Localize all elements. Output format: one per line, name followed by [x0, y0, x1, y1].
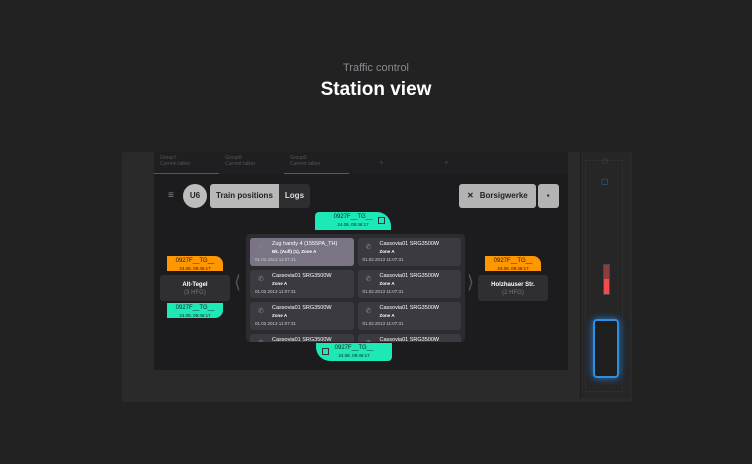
- train-tag-left-top[interactable]: 0927F__TG__ 24.08. 09:46:17: [167, 256, 223, 271]
- station-hfg: (2 HFG): [502, 290, 524, 296]
- line-badge[interactable]: U6: [183, 184, 207, 208]
- close-icon[interactable]: ✕: [467, 191, 474, 200]
- page-title: Station view: [320, 79, 432, 100]
- zone: Zone A: [272, 313, 288, 318]
- device-name: Cassovia01 SRG3500W: [272, 337, 332, 342]
- zone: Zone A: [272, 281, 288, 286]
- tab-group8[interactable]: Group8 Current talker: [219, 152, 284, 174]
- station-alt-tegel[interactable]: Alt-Tegel (3 HFG): [160, 275, 230, 301]
- train-id: 0927F__TG__: [175, 258, 215, 264]
- tab-group7[interactable]: Group7 Current talker: [154, 152, 219, 174]
- tab-train-positions[interactable]: Train positions: [210, 184, 279, 208]
- timestamp: 01.02.2013 11:07:31: [362, 257, 404, 262]
- train-icon-button[interactable]: ▪: [537, 184, 559, 208]
- page-subtitle: Traffic control: [342, 62, 410, 74]
- station-selector: ✕ Borsigwerke ▪: [459, 184, 559, 208]
- timestamp: 01.02.2013 11:07:31: [255, 321, 296, 326]
- device-name: Cassovia01 SRG3500W: [379, 305, 440, 311]
- device-name: Cassovia01 SRG3500W: [379, 337, 440, 342]
- position-card[interactable]: ✆ Cassovia01 SRG3500W Zone A 01.02.2013 11:…: [250, 302, 354, 330]
- train-tag-bottom[interactable]: 0927F__TG__ 24.08. 09:46:17: [316, 343, 392, 361]
- position-card[interactable]: ✆ Zug handy 4 (1555PA_TH) Bk. (Aufl) (1), …: [250, 238, 354, 266]
- device-side-panel: ⏻ ▢: [580, 152, 630, 398]
- device-name: Cassovia01 SRG3500W: [379, 241, 440, 247]
- tab-group9[interactable]: Group9 Current talker: [284, 152, 349, 174]
- train-id: 0927F__TG__: [333, 214, 373, 220]
- device-name: Zug handy 4 (1555PA_TH): [272, 241, 338, 247]
- station-screen: Group7 Current talker Group8 Current talke…: [154, 152, 568, 370]
- train-time: 24.08. 09:46:17: [179, 266, 211, 271]
- level-fill: [604, 278, 609, 294]
- group-tabs: Group7 Current talker Group8 Current talke…: [154, 152, 568, 174]
- phone-icon: ✆: [258, 276, 264, 283]
- add-tab-icon[interactable]: +: [349, 152, 414, 174]
- zone: Zone A: [379, 249, 395, 254]
- mouse-icon[interactable]: ▢: [601, 177, 609, 186]
- timestamp: 01.02.2013 11:07:31: [255, 289, 296, 294]
- train-tag-right-top[interactable]: 0927F__TG__ 24.08. 09:46:17: [485, 256, 541, 271]
- phone-slot[interactable]: [593, 319, 619, 378]
- add-tab-icon[interactable]: +: [414, 152, 479, 174]
- train-icon: [322, 348, 329, 355]
- train-time: 24.08. 09:46:17: [179, 313, 211, 318]
- menu-icon[interactable]: ≡: [168, 190, 174, 201]
- train-positions-list: ✆ Zug handy 4 (1555PA_TH) Bk. (Aufl) (1), …: [246, 234, 465, 342]
- phone-icon: ✆: [366, 340, 372, 342]
- phone-icon: ✆: [365, 276, 372, 283]
- tab-sub: Current talker: [290, 161, 321, 167]
- position-card[interactable]: ✆ Cassovia01 SRG3500W Zone A 01.02.2013 11:…: [357, 270, 461, 298]
- train-id: 0927F__TG__: [493, 258, 533, 264]
- timestamp: 01.02.2013 11:07:31: [255, 257, 296, 262]
- position-card[interactable]: ✆ Cassovia01 SRG3500W Zone A 01.02.2013 11:…: [250, 270, 354, 298]
- station-hfg: (3 HFG): [184, 290, 206, 296]
- phone-icon: ✆: [258, 340, 264, 342]
- train-tag-top[interactable]: 0927F__TG__ 24.08. 09:46:17: [315, 212, 391, 230]
- device-name: Cassovia01 SRG3500W: [379, 273, 440, 279]
- train-id: 0927F__TG__: [175, 305, 215, 311]
- device-name: Cassovia01 SRG3500W: [272, 305, 332, 311]
- tab-sub: Current talker: [225, 161, 256, 167]
- level-meter: [603, 264, 610, 295]
- position-card[interactable]: ✆ Cassovia01 SRG3500W Zone A 01.02.2013 11:…: [357, 238, 461, 266]
- phone-icon: ✆: [258, 244, 264, 251]
- position-card[interactable]: ✆Cassovia01 SRG3500WZone A01.02.2013 11:…: [250, 334, 354, 342]
- tab-sub: Current talker: [160, 161, 191, 167]
- position-card[interactable]: ✆ Cassovia01 SRG3500W Zone A 01.02.2013 11:…: [357, 302, 461, 330]
- zone: Bk. (Aufl) (1), Zone A: [272, 249, 317, 254]
- station-holzhauser[interactable]: Holzhauser Str. (2 HFG): [478, 275, 548, 301]
- device-name: Cassovia01 SRG3500W: [272, 273, 332, 279]
- zone: Zone A: [379, 313, 395, 318]
- zone: Zone A: [379, 281, 395, 286]
- train-time: 24.08. 09:46:17: [497, 266, 529, 271]
- train-icon: [378, 217, 385, 224]
- tab-logs[interactable]: Logs: [278, 184, 311, 208]
- station-button[interactable]: ✕ Borsigwerke: [459, 184, 536, 208]
- phone-icon: ✆: [365, 244, 372, 251]
- view-tabs: Train positions Logs: [210, 184, 311, 208]
- station-name: Alt-Tegel: [182, 282, 208, 288]
- position-card[interactable]: ✆Cassovia01 SRG3500WZone A01.02.2013 11:…: [357, 334, 461, 342]
- chevron-right-icon[interactable]: ⟩: [467, 272, 474, 293]
- power-icon[interactable]: ⏻: [602, 157, 608, 167]
- station-name: Borsigwerke: [479, 191, 528, 200]
- chevron-left-icon[interactable]: ⟨: [234, 272, 241, 293]
- station-name: Holzhauser Str.: [491, 282, 535, 288]
- train-tag-left-bottom[interactable]: 0927F__TG__ 24.08. 09:46:17: [167, 303, 223, 318]
- timestamp: 01.02.2013 11:07:31: [362, 321, 404, 326]
- phone-icon: ✆: [258, 308, 264, 315]
- phone-icon: ✆: [365, 308, 372, 315]
- train-id: 0927F__TG__: [334, 345, 374, 351]
- timestamp: 01.02.2013 11:07:31: [362, 289, 404, 294]
